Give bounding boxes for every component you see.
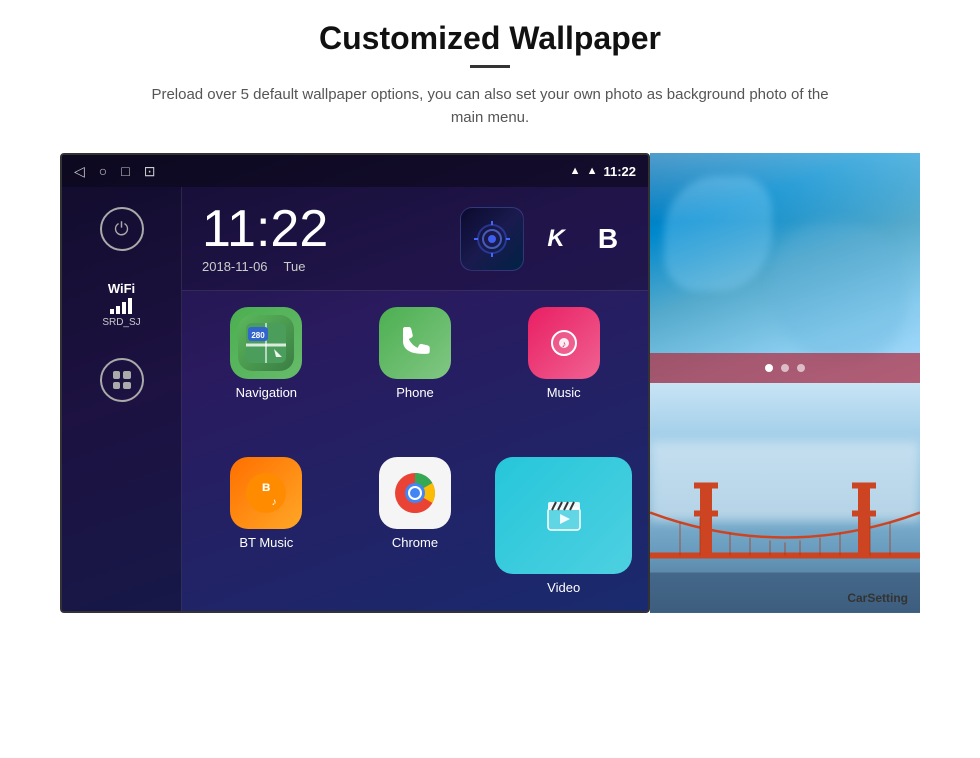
app-item-chrome[interactable]: Chrome	[347, 457, 484, 595]
wallpaper-thumb-2[interactable]: CarSetting	[650, 383, 920, 613]
btmusic-icon-svg: ʙ ♪	[244, 471, 288, 515]
video-app-icon	[495, 457, 632, 574]
grid-dot-4	[123, 382, 131, 390]
app-item-video[interactable]: Video	[495, 457, 632, 595]
wifi-status-icon: ▲	[587, 165, 598, 177]
thumb-dot-1[interactable]	[765, 364, 773, 372]
page-container: Customized Wallpaper Preload over 5 defa…	[0, 0, 980, 758]
android-main: ⏻ WiFi SRD_SJ	[62, 187, 648, 611]
wallpaper-selector-overlay	[650, 353, 920, 383]
kl-text: K	[547, 225, 564, 253]
wifi-network-name: SRD_SJ	[102, 317, 140, 328]
ice-cave-highlight	[650, 153, 920, 222]
clock-date: 2018-11-06 Tue	[202, 259, 328, 274]
clock-date-value: 2018-11-06	[202, 259, 268, 274]
clock-section: 11:22 2018-11-06 Tue	[202, 203, 328, 274]
thumb-dot-2[interactable]	[781, 364, 789, 372]
app-item-phone[interactable]: Phone	[347, 307, 484, 445]
grid-dot-2	[123, 371, 131, 379]
signal-widget[interactable]	[460, 207, 524, 271]
video-label: Video	[547, 580, 580, 595]
music-label: Music	[547, 385, 581, 400]
b-widget[interactable]: B	[588, 219, 628, 259]
status-bar: ◁ ○ □ ⊡ ▲ ▲ 11:22	[62, 155, 648, 187]
app-item-navigation[interactable]: 280 Navigation	[198, 307, 335, 445]
widget-icons: K B	[460, 207, 628, 271]
android-sidebar: ⏻ WiFi SRD_SJ	[62, 187, 182, 611]
svg-text:♪: ♪	[561, 339, 566, 349]
ice-cave-bg	[650, 153, 920, 383]
music-icon-svg: ♪	[544, 323, 584, 363]
wifi-bar-4	[128, 298, 132, 314]
carsetting-label: CarSetting	[847, 591, 908, 605]
signal-widget-icon	[474, 221, 510, 257]
wifi-bars	[110, 298, 132, 314]
thumb-dot-3[interactable]	[797, 364, 805, 372]
wifi-label: WiFi	[108, 281, 135, 296]
kl-widget[interactable]: K	[536, 219, 576, 259]
page-description: Preload over 5 default wallpaper options…	[140, 84, 840, 129]
chrome-icon-svg	[390, 468, 440, 518]
wallpaper-thumbnails: CarSetting	[650, 153, 920, 613]
content-area: ◁ ○ □ ⊡ ▲ ▲ 11:22 ⏻	[60, 153, 920, 613]
grid-dot-1	[113, 371, 121, 379]
golden-gate-bg: CarSetting	[650, 383, 920, 613]
clock-time: 11:22	[202, 203, 328, 255]
phone-app-icon	[379, 307, 451, 379]
wifi-bar-2	[116, 306, 120, 314]
music-app-icon: ♪	[528, 307, 600, 379]
chrome-label: Chrome	[392, 535, 438, 550]
back-icon[interactable]: ◁	[74, 163, 85, 180]
apps-grid-icon	[113, 371, 131, 389]
navigation-label: Navigation	[236, 385, 297, 400]
svg-text:ʙ: ʙ	[262, 478, 271, 494]
power-button[interactable]: ⏻	[100, 207, 144, 251]
title-divider	[470, 65, 510, 68]
wifi-bar-1	[110, 309, 114, 314]
power-icon: ⏻	[114, 219, 128, 240]
btmusic-app-icon: ʙ ♪	[230, 457, 302, 529]
home-icon[interactable]: ○	[99, 163, 107, 179]
navigation-app-icon: 280	[230, 307, 302, 379]
wallpaper-thumb-1[interactable]	[650, 153, 920, 383]
apps-grid: 280 Navigation	[182, 291, 648, 611]
page-title: Customized Wallpaper	[319, 20, 661, 57]
bridge-svg	[650, 452, 920, 613]
location-status-icon: ▲	[570, 165, 581, 177]
wifi-info: WiFi SRD_SJ	[102, 281, 140, 328]
apps-grid-button[interactable]	[100, 358, 144, 402]
android-screen: ◁ ○ □ ⊡ ▲ ▲ 11:22 ⏻	[60, 153, 650, 613]
b-text: B	[598, 223, 618, 255]
app-item-music[interactable]: ♪ Music	[495, 307, 632, 445]
android-center: 11:22 2018-11-06 Tue	[182, 187, 648, 611]
svg-text:280: 280	[252, 331, 266, 340]
recents-icon[interactable]: □	[121, 163, 129, 179]
video-icon-svg	[542, 494, 586, 538]
phone-label: Phone	[396, 385, 434, 400]
svg-text:♪: ♪	[272, 497, 277, 508]
wifi-bar-3	[122, 302, 126, 314]
btmusic-label: BT Music	[239, 535, 293, 550]
navigation-icon-svg: 280	[238, 315, 294, 371]
ice-cave-blob-2	[772, 222, 907, 360]
app-item-btmusic[interactable]: ʙ ♪ BT Music	[198, 457, 335, 595]
clock-area: 11:22 2018-11-06 Tue	[182, 187, 648, 291]
status-bar-right: ▲ ▲ 11:22	[570, 164, 636, 179]
grid-dot-3	[113, 382, 121, 390]
status-bar-left: ◁ ○ □ ⊡	[74, 163, 155, 180]
status-time: 11:22	[603, 164, 636, 179]
clock-day-value: Tue	[284, 259, 306, 274]
chrome-app-icon	[379, 457, 451, 529]
screenshot-icon[interactable]: ⊡	[144, 163, 156, 180]
phone-icon-svg	[395, 323, 435, 363]
